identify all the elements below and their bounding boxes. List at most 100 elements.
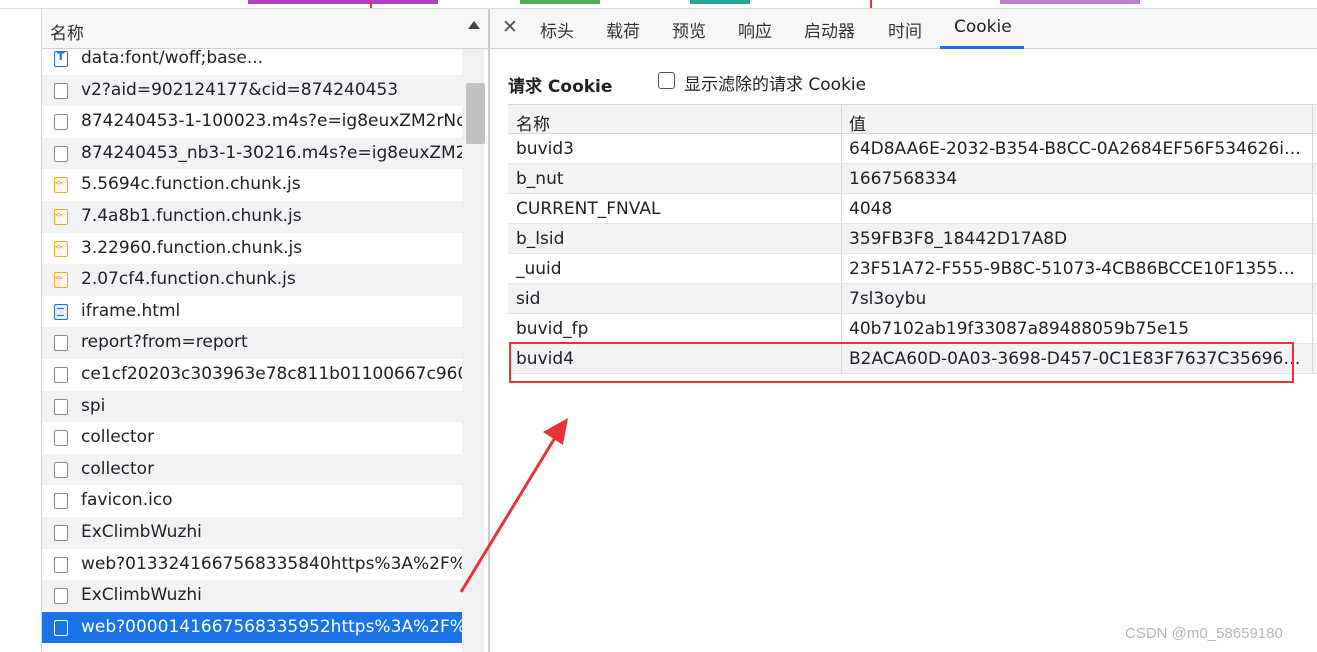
request-list-item[interactable]: collector [42,453,462,486]
request-list-item[interactable]: spi [42,390,462,423]
request-name: web?0000141667568335952https%3A%2F%2Fw [81,616,462,637]
font-icon [54,50,68,67]
request-list-item[interactable]: 874240453-1-100023.m4s?e=ig8euxZM2rNcNb.… [42,106,462,138]
column-divider [841,314,842,343]
request-list-item[interactable]: collector [42,422,462,454]
html-icon [54,303,68,320]
script-icon [54,240,68,257]
request-list-item[interactable]: ce1cf20203c303963e78c811b01100667c960bba… [42,359,462,391]
column-header-name[interactable]: 名称 [50,19,84,44]
column-divider [1312,134,1313,163]
request-name: ExClimbWuzhi [81,521,202,542]
doc-icon [54,335,68,352]
column-divider [1312,314,1313,343]
request-name: spi [81,395,106,416]
active-tab-indicator [940,46,1024,49]
column-divider [1312,164,1313,193]
request-name: collector [81,458,155,479]
column-divider [1312,194,1313,223]
cookie-value: 7sl3oybu [849,289,927,309]
cookie-row[interactable]: buvid4 B2ACA60D-0A03-3698-D457-0C1E83F763… [508,344,1317,374]
script-icon [54,208,68,225]
scrollbar-thumb[interactable] [466,83,485,144]
request-list-item[interactable]: web?0000141667568335952https%3A%2F%2Fw [42,611,462,644]
doc-icon [54,493,68,510]
network-overview-strip[interactable] [0,0,1317,9]
request-name: ce1cf20203c303963e78c811b01100667c960bba… [81,363,462,384]
request-list-item[interactable]: ExClimbWuzhi [42,580,462,612]
tab-preview[interactable]: 预览 [672,17,706,42]
watermark: CSDN @m0_58659180 [1125,625,1283,642]
column-divider [1312,254,1313,283]
cookie-name: sid [516,289,541,309]
column-divider[interactable] [841,105,842,133]
cookie-name: buvid3 [516,139,574,159]
request-list-item[interactable]: report?from=report [42,327,462,359]
doc-icon [54,366,68,383]
request-list-item[interactable]: 5.5694c.function.chunk.js [42,169,462,201]
request-list-item[interactable]: 3.22960.function.chunk.js [42,233,462,265]
cookie-table-header: 名称 值 [508,104,1317,135]
request-list-item[interactable]: favicon.ico [42,485,462,517]
request-name: report?from=report [81,332,248,353]
doc-icon [54,114,68,131]
request-list-item[interactable]: 7.4a8b1.function.chunk.js [42,200,462,233]
request-list-item[interactable]: 874240453_nb3-1-30216.m4s?e=ig8euxZM2rNc [42,137,462,170]
request-cookies-title: 请求 Cookie [508,77,613,97]
show-filtered-cookies-checkbox[interactable] [658,72,675,89]
cookie-value: 40b7102ab19f33087a89488059b75e15 [849,319,1190,339]
cookie-row[interactable]: buvid3 64D8AA6E-2032-B354-B8CC-0A2684EF56… [508,134,1317,164]
tab-payload[interactable]: 载荷 [606,17,640,42]
details-tab-bar: ✕ 标头 载荷 预览 响应 启动器 时间 Cookie [490,9,1317,49]
overview-bar [690,0,750,4]
sort-ascending-icon[interactable] [468,21,480,29]
request-list-item[interactable]: data:font/woff;base... [42,43,462,75]
doc-icon [54,588,68,605]
cookie-value: 1667568334 [849,169,958,189]
request-list-item[interactable]: 2.07cf4.function.chunk.js [42,264,462,296]
tab-response[interactable]: 响应 [738,17,772,42]
tab-initiator[interactable]: 启动器 [804,17,855,42]
doc-icon [54,430,68,447]
request-name: 2.07cf4.function.chunk.js [81,269,296,290]
cookie-name: CURRENT_FNVAL [516,199,661,219]
tab-cookies[interactable]: Cookie [954,17,1012,37]
doc-icon [54,524,68,541]
request-name: favicon.ico [81,490,173,511]
doc-icon [54,619,68,636]
column-header-cookie-name[interactable]: 名称 [516,110,550,135]
request-list-item[interactable]: v2?aid=902124177&cid=874240453 [42,74,462,107]
cookie-name: b_nut [516,169,564,189]
script-icon [54,272,68,289]
column-divider [841,134,842,163]
column-header-cookie-value[interactable]: 值 [849,110,1304,135]
cookie-name: buvid_fp [516,319,589,339]
column-divider [841,194,842,223]
cookie-row[interactable]: b_nut 1667568334 [508,164,1317,194]
request-list-item[interactable]: iframe.html [42,296,462,328]
column-divider [1312,224,1313,253]
column-divider [841,254,842,283]
cookie-row[interactable]: CURRENT_FNVAL 4048 [508,194,1317,224]
request-list-item[interactable]: web?0133241667568335840https%3A%2F%2Fw [42,549,462,581]
cookie-value: 64D8AA6E-2032-B354-B8CC-0A2684EF56F53462… [849,139,1304,159]
close-icon[interactable]: ✕ [502,16,518,38]
request-name: 874240453-1-100023.m4s?e=ig8euxZM2rNcNb.… [81,111,462,132]
request-name: iframe.html [81,300,181,321]
tab-headers[interactable]: 标头 [540,17,574,42]
cookie-row[interactable]: b_lsid 359FB3F8_18442D17A8D [508,224,1317,254]
cookie-name: b_lsid [516,229,565,249]
doc-icon [54,82,68,99]
cookie-row[interactable]: buvid_fp 40b7102ab19f33087a89488059b75e15 [508,314,1317,344]
request-name: data:font/woff;base... [81,48,264,68]
request-name: ExClimbWuzhi [81,585,202,606]
column-divider [841,284,842,313]
tab-timing[interactable]: 时间 [888,17,922,42]
column-divider [1312,105,1313,133]
overview-bar [520,0,600,4]
overview-bar [1000,0,1140,4]
cookie-row[interactable]: sid 7sl3oybu [508,284,1317,314]
show-filtered-cookies-label[interactable]: 显示滤除的请求 Cookie [684,70,866,95]
request-list-item[interactable]: ExClimbWuzhi [42,516,462,549]
cookie-row[interactable]: _uuid 23F51A72-F555-9B8C-51073-4CB86BCCE1… [508,254,1317,284]
